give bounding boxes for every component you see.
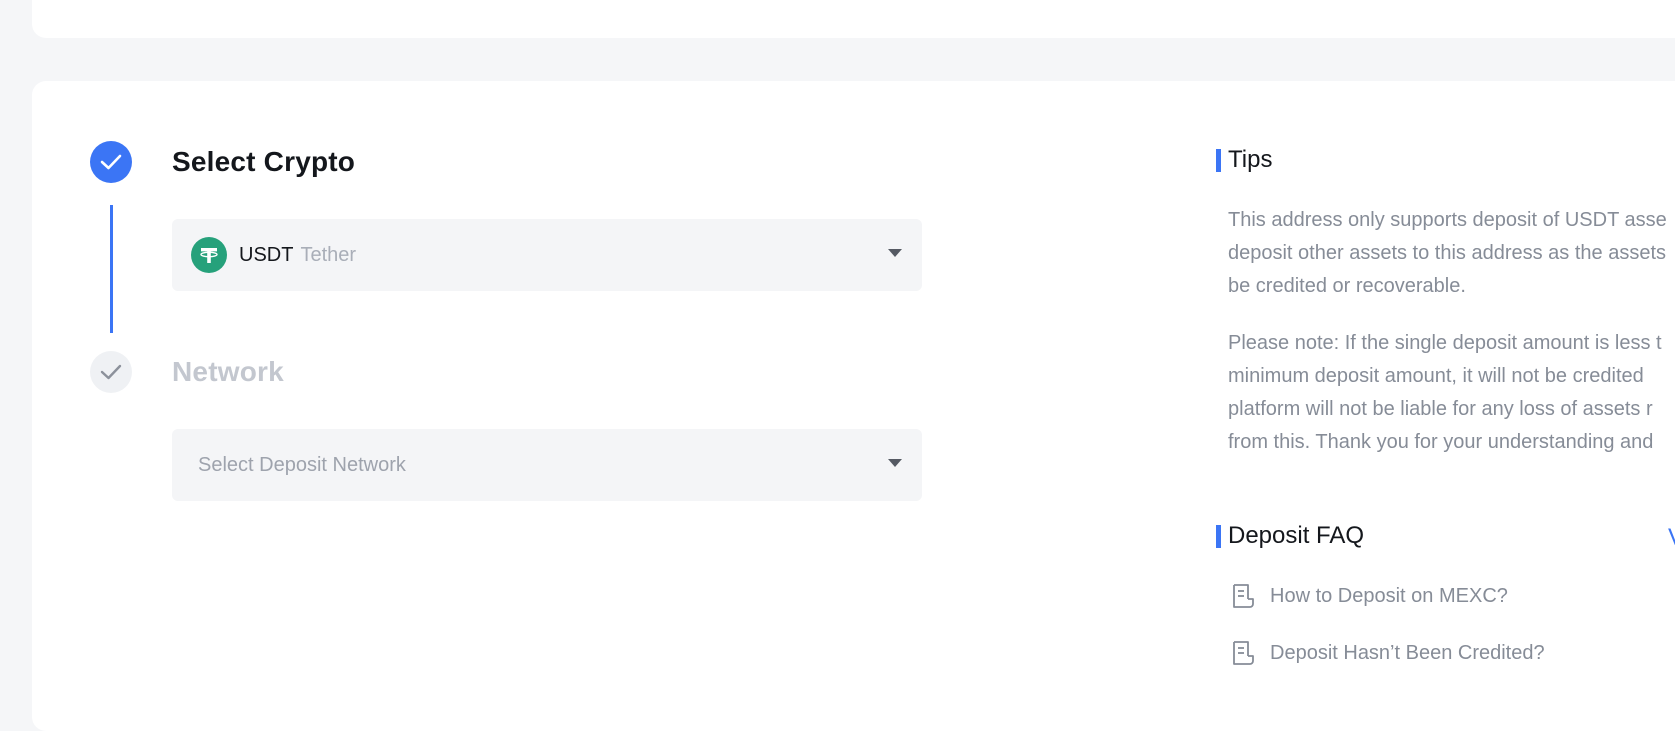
faq-title: Deposit FAQ <box>1228 522 1365 549</box>
view-more-link[interactable]: V <box>1668 524 1675 552</box>
step-2-check-icon <box>90 351 132 393</box>
faq-item[interactable]: Deposit Hasn’t Been Credited? <box>1230 639 1545 667</box>
coin-symbol: USDT <box>239 243 294 266</box>
tips-accent-bar <box>1216 149 1221 172</box>
step-1-title: Select Crypto <box>172 146 356 177</box>
network-placeholder: Select Deposit Network <box>198 453 406 476</box>
tips-line: This address only supports deposit of US… <box>1228 209 1667 231</box>
tips-line: deposit other assets to this address as … <box>1228 242 1667 264</box>
faq-item-label: Deposit Hasn’t Been Credited? <box>1270 641 1545 664</box>
usdt-logo-icon <box>191 237 227 273</box>
tips-line: platform will not be liable for any loss… <box>1228 398 1653 420</box>
document-icon <box>1230 639 1256 667</box>
tips-line: from this. Thank you for your understand… <box>1228 431 1654 453</box>
faq-accent-bar <box>1216 525 1221 548</box>
tips-line: minimum deposit amount, it will not be c… <box>1228 365 1644 387</box>
tips-paragraph-2: Please note: If the single deposit amoun… <box>1228 327 1675 459</box>
tips-title: Tips <box>1228 146 1273 173</box>
tips-line: be credited or recoverable. <box>1228 275 1466 297</box>
chevron-down-icon <box>888 459 902 467</box>
network-select[interactable]: Select Deposit Network <box>172 429 922 501</box>
tips-paragraph-1: This address only supports deposit of US… <box>1228 204 1675 303</box>
crypto-select[interactable]: USDT Tether <box>172 219 922 291</box>
top-card <box>32 0 1675 38</box>
step-2-title: Network <box>172 356 284 387</box>
step-1-check-icon <box>90 141 132 183</box>
coin-name: Tether <box>300 243 357 266</box>
tips-line: Please note: If the single deposit amoun… <box>1228 332 1662 354</box>
step-connector <box>110 205 113 333</box>
chevron-down-icon <box>888 249 902 257</box>
document-icon <box>1230 582 1256 610</box>
faq-item-label: How to Deposit on MEXC? <box>1270 584 1508 607</box>
faq-item[interactable]: How to Deposit on MEXC? <box>1230 582 1508 610</box>
